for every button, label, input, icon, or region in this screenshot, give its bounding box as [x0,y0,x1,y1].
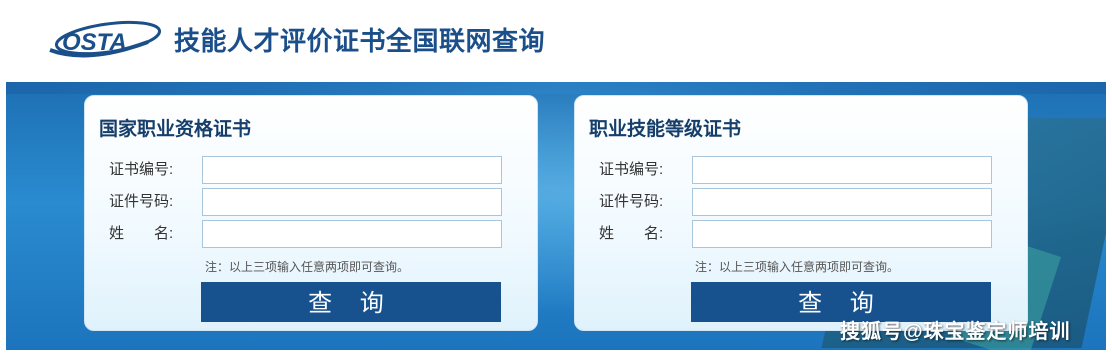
name-label: 姓 名: [599,225,664,242]
panel-title: 职业技能等级证书 [589,119,742,140]
certificate-number-label: 证书编号: [599,161,664,178]
site-title: 技能人才评价证书全国联网查询 [174,26,546,56]
osta-logo[interactable]: OSTA [48,20,162,62]
site-header: OSTA 技能人才评价证书全国联网查询 [0,0,1112,82]
skill-level-panel: 职业技能等级证书 证书编号: 证件号码: 姓 名: 注：以上三项输入任意两项即可… [574,95,1028,331]
query-banner: 国家职业资格证书 证书编号: 证件号码: 姓 名: 注：以上三项输入任意两项即可… [6,82,1106,350]
query-button[interactable]: 查 询 [201,282,501,322]
query-note: 注：以上三项输入任意两项即可查询。 [205,260,410,274]
name-input[interactable] [692,220,992,248]
svg-text:OSTA: OSTA [62,29,127,56]
id-number-label: 证件号码: [109,193,174,210]
certificate-number-input[interactable] [202,156,502,184]
name-input[interactable] [202,220,502,248]
id-number-input[interactable] [692,188,992,216]
watermark-text: 搜狐号@珠宝鉴定师培训 [840,321,1071,343]
query-note: 注：以上三项输入任意两项即可查询。 [695,260,900,274]
certificate-number-label: 证书编号: [109,161,174,178]
certificate-number-input[interactable] [692,156,992,184]
id-number-label: 证件号码: [599,193,664,210]
national-qualification-panel: 国家职业资格证书 证书编号: 证件号码: 姓 名: 注：以上三项输入任意两项即可… [84,95,538,331]
panel-title: 国家职业资格证书 [99,119,252,140]
id-number-input[interactable] [202,188,502,216]
name-label: 姓 名: [109,225,174,242]
